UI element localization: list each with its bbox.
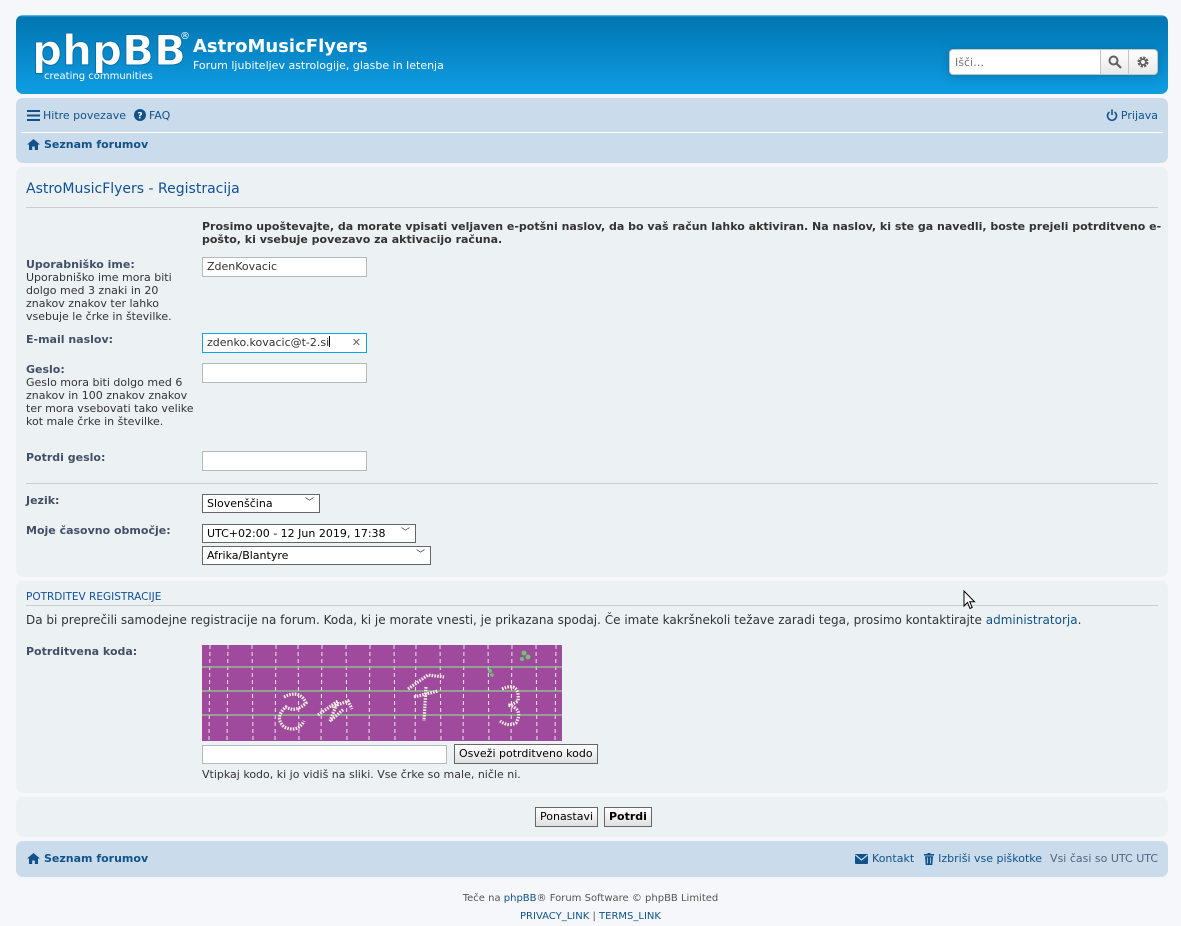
email-input[interactable]: zdenko.kovacic@t-2.si ✕ xyxy=(202,333,367,353)
svg-text:®: ® xyxy=(180,31,190,42)
search-input[interactable] xyxy=(949,49,1100,75)
svg-text:creating communities: creating communities xyxy=(44,71,153,82)
admin-contact-link[interactable]: administratorja xyxy=(986,613,1078,627)
power-icon xyxy=(1106,109,1118,121)
language-label-block: Jezik: xyxy=(26,494,196,507)
captcha-explain-end: . xyxy=(1077,613,1082,627)
clear-icon[interactable]: ✕ xyxy=(352,334,361,352)
password-input[interactable] xyxy=(202,363,367,383)
quick-links-menu[interactable]: Hitre povezave xyxy=(27,109,126,122)
refresh-captcha-button[interactable]: Osveži potrditveno kodo xyxy=(454,744,598,764)
home-icon xyxy=(27,853,40,864)
home-icon xyxy=(27,139,40,150)
password-label-block: Geslo: Geslo mora biti dolgo med 6 znako… xyxy=(26,363,196,428)
search-box xyxy=(949,49,1158,75)
username-label-block: Uporabniško ime: Uporabniško ime mora bi… xyxy=(26,258,196,323)
svg-text:phpBB: phpBB xyxy=(32,26,186,75)
search-icon xyxy=(1108,55,1122,69)
title-divider xyxy=(26,207,1158,208)
legal-separator: | xyxy=(592,911,596,922)
captcha-explain: Da bi preprečili samodejne registracije … xyxy=(26,613,1081,627)
copyright: Teče na phpBB® Forum Software © phpBB Li… xyxy=(0,890,1181,926)
captcha-hint: Vtipkaj kodo, ki jo vidiš na sliki. Vse … xyxy=(202,768,521,781)
captcha-input[interactable] xyxy=(202,745,447,764)
username-label: Uporabniško ime: xyxy=(26,258,135,271)
captcha-divider xyxy=(26,605,1158,606)
faq-label: FAQ xyxy=(148,108,171,122)
page-title: AstroMusicFlyers - Registracija xyxy=(26,181,240,197)
email-label: E-mail naslov: xyxy=(26,333,114,346)
captcha-image xyxy=(202,645,562,741)
legal-links: PRIVACY_LINK | TERMS_LINK xyxy=(0,908,1181,926)
header-bar: phpBB ® creating communities AstroMusicF… xyxy=(16,15,1168,94)
password-label: Geslo: xyxy=(26,363,65,376)
fields-divider xyxy=(26,483,1158,484)
site-description: Forum ljubiteljev astrologije, glasbe in… xyxy=(193,59,444,72)
password-confirm-input[interactable] xyxy=(202,451,367,471)
chevron-down-icon: ﹀ xyxy=(304,498,314,508)
gear-icon xyxy=(1137,56,1149,68)
search-button[interactable] xyxy=(1100,49,1129,75)
timezone-note: Vsi časi so UTC UTC xyxy=(1050,852,1158,865)
registration-panel: AstroMusicFlyers - Registracija Prosimo … xyxy=(16,167,1168,577)
quick-links-label: Hitre povezave xyxy=(43,108,126,122)
timezone-label: Moje časovno območje: xyxy=(26,524,171,537)
login-link[interactable]: Prijava xyxy=(1106,109,1158,122)
navbar-divider xyxy=(21,132,1163,133)
submit-panel: Ponastavi Potrdi xyxy=(16,797,1168,837)
timezone-value: UTC+02:00 - 12 Jun 2019, 17:38 xyxy=(207,527,386,540)
language-value: Slovenščina xyxy=(207,497,273,510)
advanced-search-button[interactable] xyxy=(1129,49,1158,75)
language-select[interactable]: Slovenščina ﹀ xyxy=(202,494,320,513)
svg-text:?: ? xyxy=(137,112,142,122)
language-label: Jezik: xyxy=(26,494,60,507)
navbar: Hitre povezave ? FAQ Prijava Seznam foru… xyxy=(16,98,1168,163)
username-explain: Uporabniško ime mora biti dolgo med 3 zn… xyxy=(26,271,172,323)
footer-links: Kontakt Izbriši vse piškotke Vsi časi so… xyxy=(855,852,1158,865)
timezone-date-select[interactable]: UTC+02:00 - 12 Jun 2019, 17:38 ﹀ xyxy=(202,524,416,543)
hamburger-icon xyxy=(27,109,40,121)
submit-button[interactable]: Potrdi xyxy=(604,807,652,827)
email-notice: Prosimo upoštevajte, da morate vpisati v… xyxy=(202,220,1162,246)
site-logo[interactable]: phpBB ® creating communities xyxy=(30,25,191,83)
timezone-label-block: Moje časovno območje: xyxy=(26,524,196,537)
email-value: zdenko.kovacic@t-2.si xyxy=(207,336,330,349)
captcha-panel: POTRDITEV REGISTRACIJE Da bi preprečili … xyxy=(16,581,1168,793)
captcha-label-block: Potrditvena koda: xyxy=(26,645,196,658)
powered-by-text: Teče na xyxy=(462,893,504,904)
powered-by-suffix: ® Forum Software © phpBB Limited xyxy=(536,893,719,904)
chevron-down-icon: ﹀ xyxy=(400,528,410,538)
timezone-region-value: Afrika/Blantyre xyxy=(207,549,289,562)
footer-breadcrumb[interactable]: Seznam forumov xyxy=(27,852,148,865)
email-label-block: E-mail naslov: xyxy=(26,333,196,346)
captcha-title: POTRDITEV REGISTRACIJE xyxy=(26,591,162,603)
footer-navbar: Seznam forumov Kontakt Izbriši vse piško… xyxy=(16,841,1168,877)
mouse-cursor-icon xyxy=(963,590,976,610)
chevron-down-icon: ﹀ xyxy=(415,550,425,560)
timezone-region-select[interactable]: Afrika/Blantyre ﹀ xyxy=(202,546,431,565)
breadcrumb[interactable]: Seznam forumov xyxy=(27,138,148,151)
contact-link[interactable]: Kontakt xyxy=(872,852,914,865)
footer-home-label: Seznam forumov xyxy=(44,852,149,865)
question-circle-icon: ? xyxy=(133,109,146,122)
reset-button[interactable]: Ponastavi xyxy=(535,807,599,827)
powered-by: Teče na phpBB® Forum Software © phpBB Li… xyxy=(0,890,1181,908)
envelope-icon xyxy=(855,853,869,864)
breadcrumb-home: Seznam forumov xyxy=(44,138,149,151)
login-label: Prijava xyxy=(1120,108,1158,122)
username-input[interactable]: ZdenKovacic xyxy=(202,257,367,277)
phpbb-link[interactable]: phpBB xyxy=(504,893,537,904)
password-confirm-label-block: Potrdi geslo: xyxy=(26,451,196,464)
captcha-explain-text: Da bi preprečili samodejne registracije … xyxy=(26,613,986,627)
site-title[interactable]: AstroMusicFlyers xyxy=(193,36,368,57)
faq-link[interactable]: ? FAQ xyxy=(133,108,171,122)
privacy-link[interactable]: PRIVACY_LINK xyxy=(520,911,589,922)
password-explain: Geslo mora biti dolgo med 6 znakov in 10… xyxy=(26,376,194,428)
captcha-label: Potrditvena koda: xyxy=(26,645,138,658)
password-confirm-label: Potrdi geslo: xyxy=(26,451,106,464)
trash-icon xyxy=(924,852,935,865)
terms-link[interactable]: TERMS_LINK xyxy=(599,911,661,922)
delete-cookies-link[interactable]: Izbriši vse piškotke xyxy=(938,852,1042,865)
